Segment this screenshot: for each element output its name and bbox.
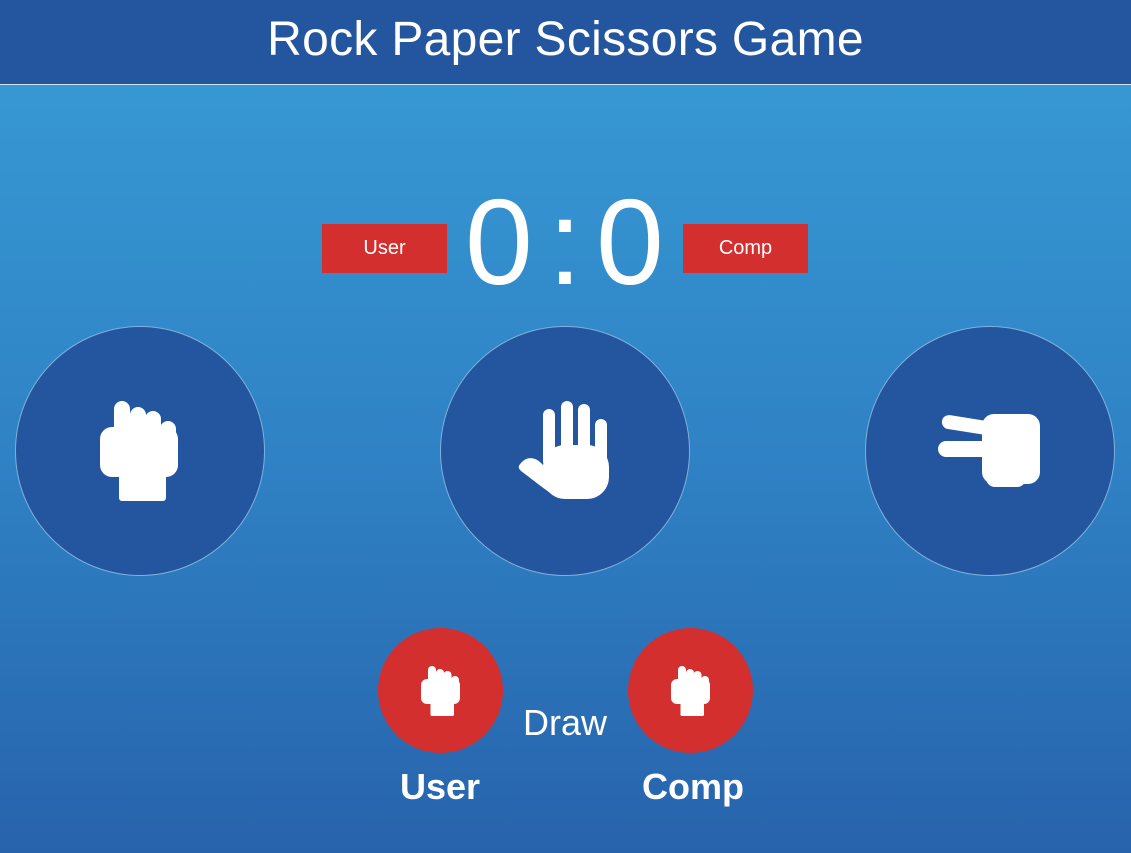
hand-rock-icon: [100, 401, 178, 501]
result-message: Draw: [522, 702, 607, 743]
score-separator: :: [548, 174, 582, 310]
comp-score: 0: [596, 174, 664, 310]
user-score-badge: User: [322, 224, 447, 273]
comp-score-badge: Comp: [683, 224, 808, 273]
hand-paper-icon: [518, 401, 609, 499]
user-score: 0: [465, 174, 533, 310]
scoreboard: User 0 : 0 Comp: [0, 181, 1131, 305]
hand-rock-icon: [420, 665, 460, 716]
rock-choice-button[interactable]: [15, 326, 265, 576]
header-bar: Rock Paper Scissors Game: [0, 0, 1131, 85]
hand-rock-icon: [670, 665, 710, 716]
user-choice-display: [378, 628, 503, 753]
user-result-label: User: [399, 766, 481, 807]
comp-result-label: Comp: [642, 766, 744, 807]
comp-choice-display: [628, 628, 753, 753]
scissors-choice-button[interactable]: [865, 326, 1115, 576]
hand-scissors-icon: [938, 414, 1040, 487]
paper-choice-button[interactable]: [440, 326, 690, 576]
page-title: Rock Paper Scissors Game: [267, 12, 864, 66]
